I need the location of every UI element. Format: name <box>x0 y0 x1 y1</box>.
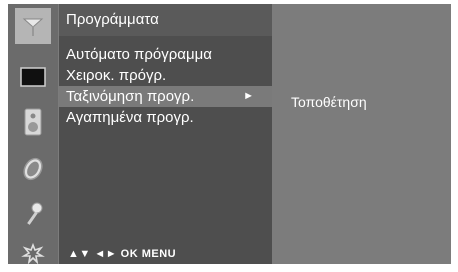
menu-item-auto-programme[interactable]: Αυτόματο πρόγραμμα <box>59 44 272 65</box>
navigation-hint-bar: ▲▼ ◄► OK MENU <box>68 248 177 260</box>
osd-menu: Προγράμματα Αυτόματο πρόγραμμα Χειροκ. π… <box>8 4 451 265</box>
programme-menu: Προγράμματα Αυτόματο πρόγραμμα Χειροκ. π… <box>59 4 272 264</box>
antenna-icon[interactable] <box>15 8 51 44</box>
menu-item-favourite-programme[interactable]: Αγαπημένα προγρ. <box>59 107 272 128</box>
key-icon[interactable] <box>15 196 51 232</box>
menu-item-manual-programme[interactable]: Χειροκ. πρόγρ. <box>59 65 272 86</box>
menu-item-label: Αυτόματο πρόγραμμα <box>66 46 212 63</box>
menu-item-label: Ταξινόμηση προγρ. <box>66 88 195 105</box>
menu-item-label: Αγαπημένα προγρ. <box>66 109 194 126</box>
clock-icon[interactable] <box>15 151 51 187</box>
submenu-panel: Τοποθέτηση <box>274 4 451 264</box>
menu-item-label: Χειροκ. πρόγρ. <box>66 67 167 84</box>
speaker-icon[interactable] <box>15 104 51 140</box>
menu-items: Αυτόματο πρόγραμμα Χειροκ. πρόγρ. Ταξινό… <box>59 44 272 128</box>
menu-title: Προγράμματα <box>59 4 272 36</box>
category-sidebar <box>8 4 58 265</box>
settings-icon[interactable] <box>15 236 51 272</box>
menu-item-programme-sort[interactable]: Ταξινόμηση προγρ. ► <box>59 86 272 107</box>
submenu-arrow-icon: ► <box>243 90 254 102</box>
submenu-item-placement[interactable]: Τοποθέτηση <box>291 94 367 110</box>
screen-icon[interactable] <box>15 59 51 95</box>
